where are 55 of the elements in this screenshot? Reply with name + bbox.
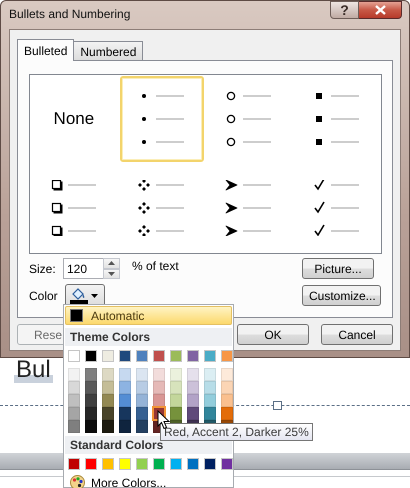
automatic-item[interactable]: Automatic [65, 306, 232, 325]
picture-button[interactable]: Picture... [302, 258, 374, 279]
color-swatch[interactable] [153, 350, 165, 362]
down-arrow-icon [108, 272, 115, 276]
bullet-list-drawing [138, 180, 186, 236]
dialog-button[interactable]: OK [237, 324, 309, 345]
spin-up-button[interactable] [103, 258, 120, 268]
color-swatch[interactable] [221, 350, 233, 362]
size-field[interactable]: 120 [63, 258, 103, 279]
color-swatch[interactable] [85, 350, 97, 362]
color-swatch[interactable] [68, 350, 80, 362]
color-swatch[interactable] [170, 350, 182, 362]
up-arrow-icon [108, 261, 115, 266]
bullet-list-drawing [225, 91, 274, 147]
color-swatch[interactable] [85, 458, 97, 470]
close-icon [374, 5, 386, 15]
tab[interactable]: Bulleted [17, 39, 74, 61]
color-swatch[interactable] [153, 458, 165, 470]
palette-icon [70, 475, 85, 488]
color-swatch[interactable] [136, 350, 148, 362]
color-swatch[interactable] [119, 458, 131, 470]
tooltip: Red, Accent 2, Darker 25% [160, 423, 313, 441]
color-swatch[interactable] [204, 458, 216, 470]
customize-button[interactable]: Customize... [302, 285, 381, 306]
paint-bucket-icon [70, 287, 88, 304]
color-swatch[interactable] [68, 458, 80, 470]
close-button[interactable] [359, 1, 402, 19]
resize-handle[interactable] [273, 401, 282, 410]
color-swatch[interactable] [136, 458, 148, 470]
section-header: Theme Colors [65, 328, 232, 346]
color-swatch[interactable] [119, 350, 131, 362]
dialog-button[interactable]: Cancel [321, 324, 393, 345]
color-swatch[interactable] [221, 458, 233, 470]
bullet-list-drawing [313, 180, 362, 236]
bullet-option[interactable]: None [32, 76, 116, 162]
window-title: Bullets and Numbering [9, 7, 130, 21]
slide-title: Bul [14, 357, 53, 383]
bullet-list-drawing [50, 180, 98, 236]
color-swatch[interactable] [102, 350, 114, 362]
help-button[interactable]: ? [330, 1, 359, 19]
more-colors-link[interactable]: More Colors... [91, 476, 166, 488]
color-swatch[interactable] [102, 458, 114, 470]
size-label: Size: [29, 262, 57, 276]
automatic-label: Automatic [91, 308, 144, 322]
spin-down-button[interactable] [103, 268, 120, 279]
color-swatch[interactable] [204, 350, 216, 362]
bullet-list-drawing [225, 180, 274, 236]
color-swatch[interactable] [187, 350, 199, 362]
unit-label: % of text [132, 259, 179, 273]
color-swatch[interactable] [187, 458, 199, 470]
tab[interactable]: Numbered [73, 41, 144, 60]
caret-icon [91, 294, 98, 298]
color-swatch[interactable] [170, 458, 182, 470]
bullet-list-drawing [313, 91, 362, 147]
color-label: Color [29, 288, 59, 302]
